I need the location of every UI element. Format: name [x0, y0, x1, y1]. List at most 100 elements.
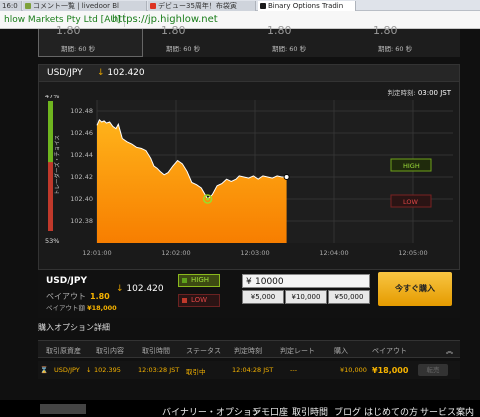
payout-rate: ペイアウト 1.80 [46, 291, 110, 302]
footer-link-hours[interactable]: 取引時間 [292, 405, 328, 417]
row-purchase: ¥10,000 [340, 366, 367, 374]
chart-price-value: 102.420 [107, 68, 145, 78]
price-chart-svg: 12:01:00 12:02:00 12:03:00 12:04:00 12:05:00… [45, 92, 453, 257]
sentiment-high-bar [48, 101, 53, 163]
col-payout: ペイアウト [372, 347, 407, 355]
x-tick-label: 12:01:00 [82, 249, 111, 257]
highlow-favicon-icon [260, 3, 266, 9]
expiry-option[interactable]: 1.80 期間: 60 秒 [250, 24, 355, 57]
browser-tab-1[interactable]: 16:0 [0, 1, 22, 11]
browser-tab-active[interactable]: Binary Options Tradin [258, 1, 356, 11]
browser-tab-2[interactable]: コメント一覧 | livedoor Bl [23, 1, 147, 11]
tab-label: デビュー35周年！布袋寅 [158, 2, 237, 10]
current-price-dot [283, 174, 290, 180]
col-content: 取引内容 [96, 347, 124, 355]
y-tick-label: 102.48 [70, 107, 93, 115]
col-judge-rate: 判定レート [280, 347, 315, 355]
chart-pair: USD/JPY [47, 68, 83, 78]
footer-link-beginner[interactable]: はじめての方 [364, 405, 418, 417]
expiry-payout: 1.80 [267, 24, 292, 37]
y-tick-label: 102.44 [70, 151, 93, 159]
collapse-chevron-icon[interactable]: ︽ [446, 346, 453, 356]
arrow-down-icon: ↓ [97, 68, 108, 78]
amount-chips: ¥5,000 ¥10,000 ¥50,000 [242, 290, 370, 304]
trade-pair: USD/JPY [46, 276, 88, 286]
trade-price: ↓ 102.420 [116, 284, 164, 294]
y-tick-label: 102.40 [70, 195, 93, 203]
expiry-option-selected[interactable]: 1.80 期間: 60 秒 [38, 24, 143, 57]
browser-tab-bar: 16:0 コメント一覧 | livedoor Bl デビュー35周年！布袋寅 B… [0, 0, 480, 11]
chart-panel: USD/JPY ↓ 102.420 判定時刻: 03:00 JST 12:01:… [38, 64, 460, 270]
buy-now-button[interactable]: 今すぐ購入 [378, 272, 452, 306]
tab-label: Binary Options Tradin [268, 2, 344, 10]
chart-header: USD/JPY ↓ 102.420 [39, 65, 459, 82]
price-chart: 12:01:00 12:02:00 12:03:00 12:04:00 12:05:00… [39, 92, 459, 269]
sentiment-high-pct: 47% [45, 95, 59, 100]
low-button[interactable]: LOW [178, 294, 220, 307]
tab-label: 16:0 [2, 2, 18, 10]
sentiment-label: トレーダーズ・チョイス [53, 135, 61, 195]
expiry-period-label: 期間: 60 秒 [61, 45, 96, 53]
y-tick-label: 102.42 [70, 173, 93, 181]
expiry-period-label: 期間: 60 秒 [272, 45, 307, 53]
col-judge-time: 判定時刻 [234, 347, 262, 355]
y-tick-label: 102.46 [70, 129, 93, 137]
highlow-logo [40, 404, 86, 414]
payout-amount-value: ¥18,000 [87, 304, 117, 312]
expiry-payout: 1.80 [56, 24, 81, 37]
table-row: ⌛ USD/JPY ↓ 102.395 12:03:28 JST 取引中 12:… [38, 361, 460, 379]
arrow-down-icon: ↓ [116, 284, 127, 294]
chart-high-label: HIGH [403, 162, 420, 170]
youtube-icon [150, 3, 156, 9]
col-time: 取引時間 [142, 347, 170, 355]
x-tick-label: 12:04:00 [319, 249, 348, 257]
trade-price-value: 102.420 [126, 284, 164, 294]
x-tick-label: 12:03:00 [240, 249, 269, 257]
tab-label: コメント一覧 | livedoor Bl [33, 2, 120, 10]
expiry-period-label: 期間: 60 秒 [378, 45, 413, 53]
row-time: 12:03:28 JST [138, 366, 180, 374]
trade-entry: USD/JPY ↓ 102.420 ペイアウト 1.80 ペイアウト額 ¥18,0… [38, 270, 460, 318]
strike-marker-dot [206, 197, 210, 201]
expiry-option[interactable]: 1.80 期間: 60 秒 [356, 24, 460, 57]
amount-chip-50000[interactable]: ¥50,000 [328, 290, 370, 304]
expiry-strip: 1.80 期間: 60 秒 1.80 期間: 60 秒 1.80 期間: 60 … [38, 24, 460, 57]
payout-amount: ペイアウト額 ¥18,000 [46, 302, 117, 312]
payout-label: ペイアウト [46, 292, 86, 301]
row-rate: 102.395 [94, 366, 121, 374]
footer-nav: バイナリー・オプション デモ口座 取引時間 ブログ はじめての方 サービス案内 [0, 400, 480, 417]
col-purchase: 購入 [334, 347, 348, 355]
expiry-payout: 1.80 [161, 24, 186, 37]
details-table-header: 取引原資産 取引内容 取引時間 ステータス 判定時刻 判定レート 購入 ペイアウ… [38, 340, 460, 358]
expiry-period-label: 期間: 60 秒 [166, 45, 201, 53]
row-payout: ¥18,000 [372, 366, 409, 375]
chart-low-label: LOW [403, 198, 419, 206]
footer-link-binary[interactable]: バイナリー・オプション [162, 405, 261, 417]
details-title: 購入オプション詳細 [38, 323, 110, 332]
chart-price: ↓ 102.420 [97, 68, 145, 78]
footer-link-blog[interactable]: ブログ [334, 405, 361, 417]
expiry-option[interactable]: 1.80 期間: 60 秒 [144, 24, 249, 57]
row-judge-time: 12:04:28 JST [232, 366, 274, 374]
expiry-payout: 1.80 [373, 24, 398, 37]
row-asset: USD/JPY [54, 366, 80, 374]
x-tick-label: 12:02:00 [161, 249, 190, 257]
x-tick-label: 12:05:00 [398, 249, 427, 257]
browser-tab-3[interactable]: デビュー35周年！布袋寅 [148, 1, 256, 11]
amount-chip-10000[interactable]: ¥10,000 [285, 290, 327, 304]
footer-link-demo[interactable]: デモ口座 [252, 405, 288, 417]
payout-amount-label: ペイアウト額 [46, 304, 85, 312]
arrow-down-icon: ↓ [86, 366, 92, 374]
sentiment-low-pct: 53% [45, 237, 59, 245]
high-button[interactable]: HIGH [178, 274, 220, 287]
payout-value: 1.80 [90, 292, 110, 301]
y-tick-label: 102.38 [70, 217, 93, 225]
row-judge-rate: --- [290, 366, 298, 374]
resell-button[interactable]: 転売 [418, 364, 448, 376]
amount-chip-5000[interactable]: ¥5,000 [242, 290, 284, 304]
hourglass-icon: ⌛ [40, 366, 49, 374]
amount-input[interactable]: 10000 [242, 274, 370, 289]
footer-link-service[interactable]: サービス案内 [420, 405, 474, 417]
col-asset: 取引原資産 [46, 347, 81, 355]
col-status: ステータス [186, 347, 221, 355]
